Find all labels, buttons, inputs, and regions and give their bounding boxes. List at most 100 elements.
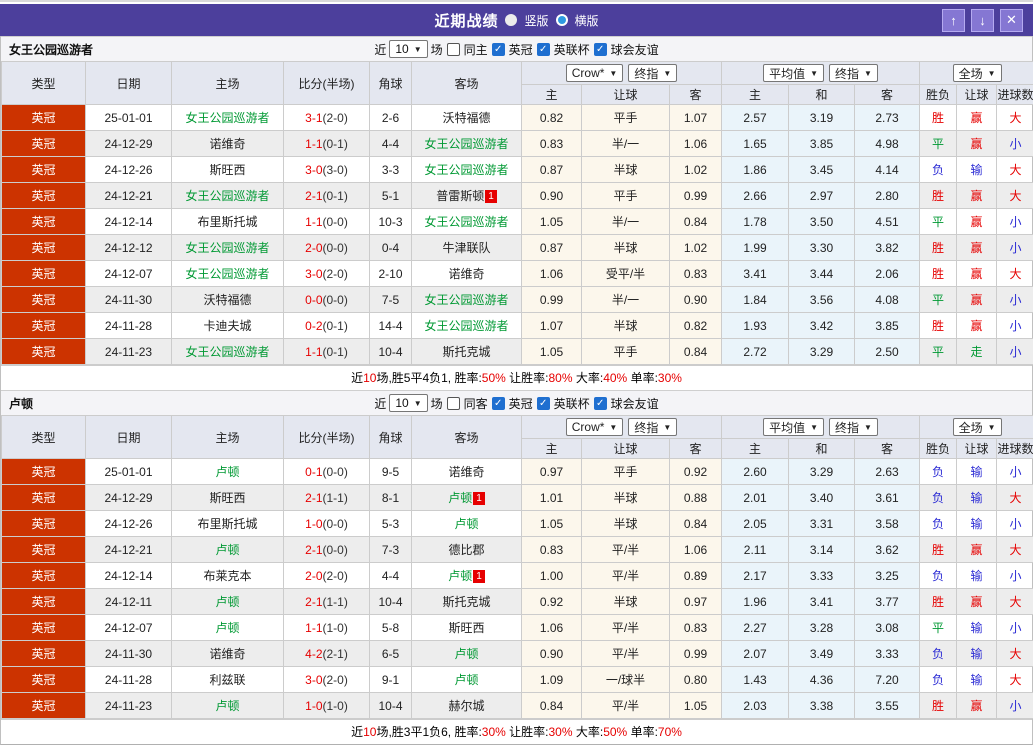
match-row: 英冠24-12-11卢顿2-1(1-1)10-4斯托克城0.92半球0.971.… xyxy=(2,589,1033,615)
team-label: 卢顿 xyxy=(215,595,239,609)
avg-home-cell: 1.93 xyxy=(722,313,789,339)
scope-select[interactable]: 全场▼ xyxy=(953,64,1002,82)
matches-label: 场 xyxy=(431,395,443,412)
result-handicap-cell: 赢 xyxy=(957,183,997,209)
col-header-corner: 角球 xyxy=(370,416,412,459)
score-cell: 4-2(2-1) xyxy=(284,641,370,667)
odds-home-cell: 0.83 xyxy=(522,537,582,563)
avg-home-cell: 2.57 xyxy=(722,105,789,131)
avg-draw-cell: 3.31 xyxy=(789,511,855,537)
same-away-checkbox[interactable] xyxy=(447,397,460,410)
odds-home-cell: 1.01 xyxy=(522,485,582,511)
summary-segment: 让胜率: xyxy=(506,725,549,739)
result-goals-cell: 小 xyxy=(997,209,1033,235)
match-row: 英冠24-12-29斯旺西2-1(1-1)8-1卢顿11.01半球0.882.0… xyxy=(2,485,1033,511)
match-row: 英冠25-01-01卢顿0-1(0-0)9-5诺维奇0.97平手0.922.60… xyxy=(2,459,1033,485)
summary-segment: 30% xyxy=(482,725,506,739)
date-cell: 24-12-26 xyxy=(86,157,172,183)
horizontal-mode-radio[interactable] xyxy=(556,14,568,26)
team-label: 女王公园巡游者 xyxy=(185,189,269,203)
odds-handicap-header: 让球 xyxy=(582,439,670,459)
vertical-mode-label[interactable]: 竖版 xyxy=(524,12,548,29)
section-summary: 近10场,胜3平1负6, 胜率:30% 让胜率:30% 大率:50% 单率:70… xyxy=(1,719,1032,744)
team-label: 女王公园巡游者 xyxy=(424,163,508,177)
result-goals-cell: 大 xyxy=(997,589,1033,615)
avg-draw-cell: 3.19 xyxy=(789,105,855,131)
team-label: 斯托克城 xyxy=(442,595,490,609)
recent-count-select[interactable]: 10▼ xyxy=(389,394,427,412)
bookmaker-select[interactable]: Crow*▼ xyxy=(566,64,624,82)
match-row: 英冠24-12-07女王公园巡游者3-0(2-0)2-10诺维奇1.06受平/半… xyxy=(2,261,1033,287)
team-label: 斯旺西 xyxy=(209,163,245,177)
odds-handicap-cell: 半球 xyxy=(582,157,670,183)
team-label: 普雷斯顿 xyxy=(436,189,484,203)
close-button[interactable]: ✕ xyxy=(1000,9,1023,32)
home-cell: 卢顿 xyxy=(172,537,284,563)
team-label: 利兹联 xyxy=(209,673,245,687)
away-cell: 诺维奇 xyxy=(412,459,522,485)
date-cell: 24-12-21 xyxy=(86,537,172,563)
result-handicap-cell: 赢 xyxy=(957,313,997,339)
horizontal-mode-label[interactable]: 横版 xyxy=(575,12,599,29)
home-cell: 女王公园巡游者 xyxy=(172,105,284,131)
col-header-home: 主场 xyxy=(172,416,284,459)
league-championship-checkbox[interactable]: ✓ xyxy=(492,43,505,56)
league-friendly-checkbox[interactable]: ✓ xyxy=(594,397,607,410)
odds-home-header: 主 xyxy=(522,439,582,459)
league-efl-cup-label: 英联杯 xyxy=(554,395,590,412)
result-handicap-cell: 输 xyxy=(957,615,997,641)
odds-handicap-cell: 半/一 xyxy=(582,209,670,235)
score-cell: 1-1(1-0) xyxy=(284,615,370,641)
team-label: 布里斯托城 xyxy=(197,517,257,531)
home-cell: 卢顿 xyxy=(172,615,284,641)
league-championship-checkbox[interactable]: ✓ xyxy=(492,397,505,410)
avg-home-cell: 1.84 xyxy=(722,287,789,313)
result-outcome-cell: 平 xyxy=(920,339,957,365)
avg-draw-header: 和 xyxy=(789,85,855,105)
avg-away-cell: 3.77 xyxy=(855,589,920,615)
team-label: 斯旺西 xyxy=(448,621,484,635)
avg-home-cell: 2.72 xyxy=(722,339,789,365)
league-friendly-checkbox[interactable]: ✓ xyxy=(594,43,607,56)
date-cell: 24-11-30 xyxy=(86,641,172,667)
avg-final-select[interactable]: 终指▼ xyxy=(829,64,878,82)
odds-away-cell: 0.99 xyxy=(670,641,722,667)
summary-segment: 大率: xyxy=(573,371,604,385)
avg-home-cell: 2.03 xyxy=(722,693,789,719)
summary-segment: 50% xyxy=(482,371,506,385)
avg-away-cell: 2.06 xyxy=(855,261,920,287)
average-select[interactable]: 平均值▼ xyxy=(763,418,824,436)
bookmaker-select[interactable]: Crow*▼ xyxy=(566,418,624,436)
move-down-button[interactable]: ↓ xyxy=(971,9,994,32)
league-efl-cup-label: 英联杯 xyxy=(554,41,590,58)
result-outcome-cell: 平 xyxy=(920,615,957,641)
result-handicap-header: 让球 xyxy=(957,85,997,105)
summary-segment: 场,胜3平1负6, 胜率: xyxy=(376,725,481,739)
result-goals-cell: 小 xyxy=(997,615,1033,641)
league-efl-cup-checkbox[interactable]: ✓ xyxy=(537,43,550,56)
league-cell: 英冠 xyxy=(2,313,86,339)
odds-final-select[interactable]: 终指▼ xyxy=(628,64,677,82)
move-up-button[interactable]: ↑ xyxy=(942,9,965,32)
odds-final-select[interactable]: 终指▼ xyxy=(628,418,677,436)
vertical-mode-radio[interactable] xyxy=(505,14,517,26)
corner-cell: 6-5 xyxy=(370,641,412,667)
result-outcome-cell: 负 xyxy=(920,157,957,183)
result-outcome-cell: 负 xyxy=(920,511,957,537)
recent-label: 近 xyxy=(374,395,386,412)
result-goals-cell: 小 xyxy=(997,339,1033,365)
match-row: 英冠24-12-07卢顿1-1(1-0)5-8斯旺西1.06平/半0.832.2… xyxy=(2,615,1033,641)
team-label: 卡迪夫城 xyxy=(203,319,251,333)
same-home-label: 同主 xyxy=(464,41,488,58)
average-select[interactable]: 平均值▼ xyxy=(763,64,824,82)
match-row: 英冠24-11-23卢顿1-0(1-0)10-4赫尔城0.84平/半1.052.… xyxy=(2,693,1033,719)
same-away-label: 同客 xyxy=(464,395,488,412)
league-efl-cup-checkbox[interactable]: ✓ xyxy=(537,397,550,410)
scope-select[interactable]: 全场▼ xyxy=(953,418,1002,436)
recent-count-select[interactable]: 10▼ xyxy=(389,40,427,58)
odds-handicap-cell: 平/半 xyxy=(582,693,670,719)
same-home-checkbox[interactable] xyxy=(447,43,460,56)
score-cell: 1-1(0-0) xyxy=(284,209,370,235)
avg-final-select[interactable]: 终指▼ xyxy=(829,418,878,436)
team-label: 女王公园巡游者 xyxy=(185,111,269,125)
